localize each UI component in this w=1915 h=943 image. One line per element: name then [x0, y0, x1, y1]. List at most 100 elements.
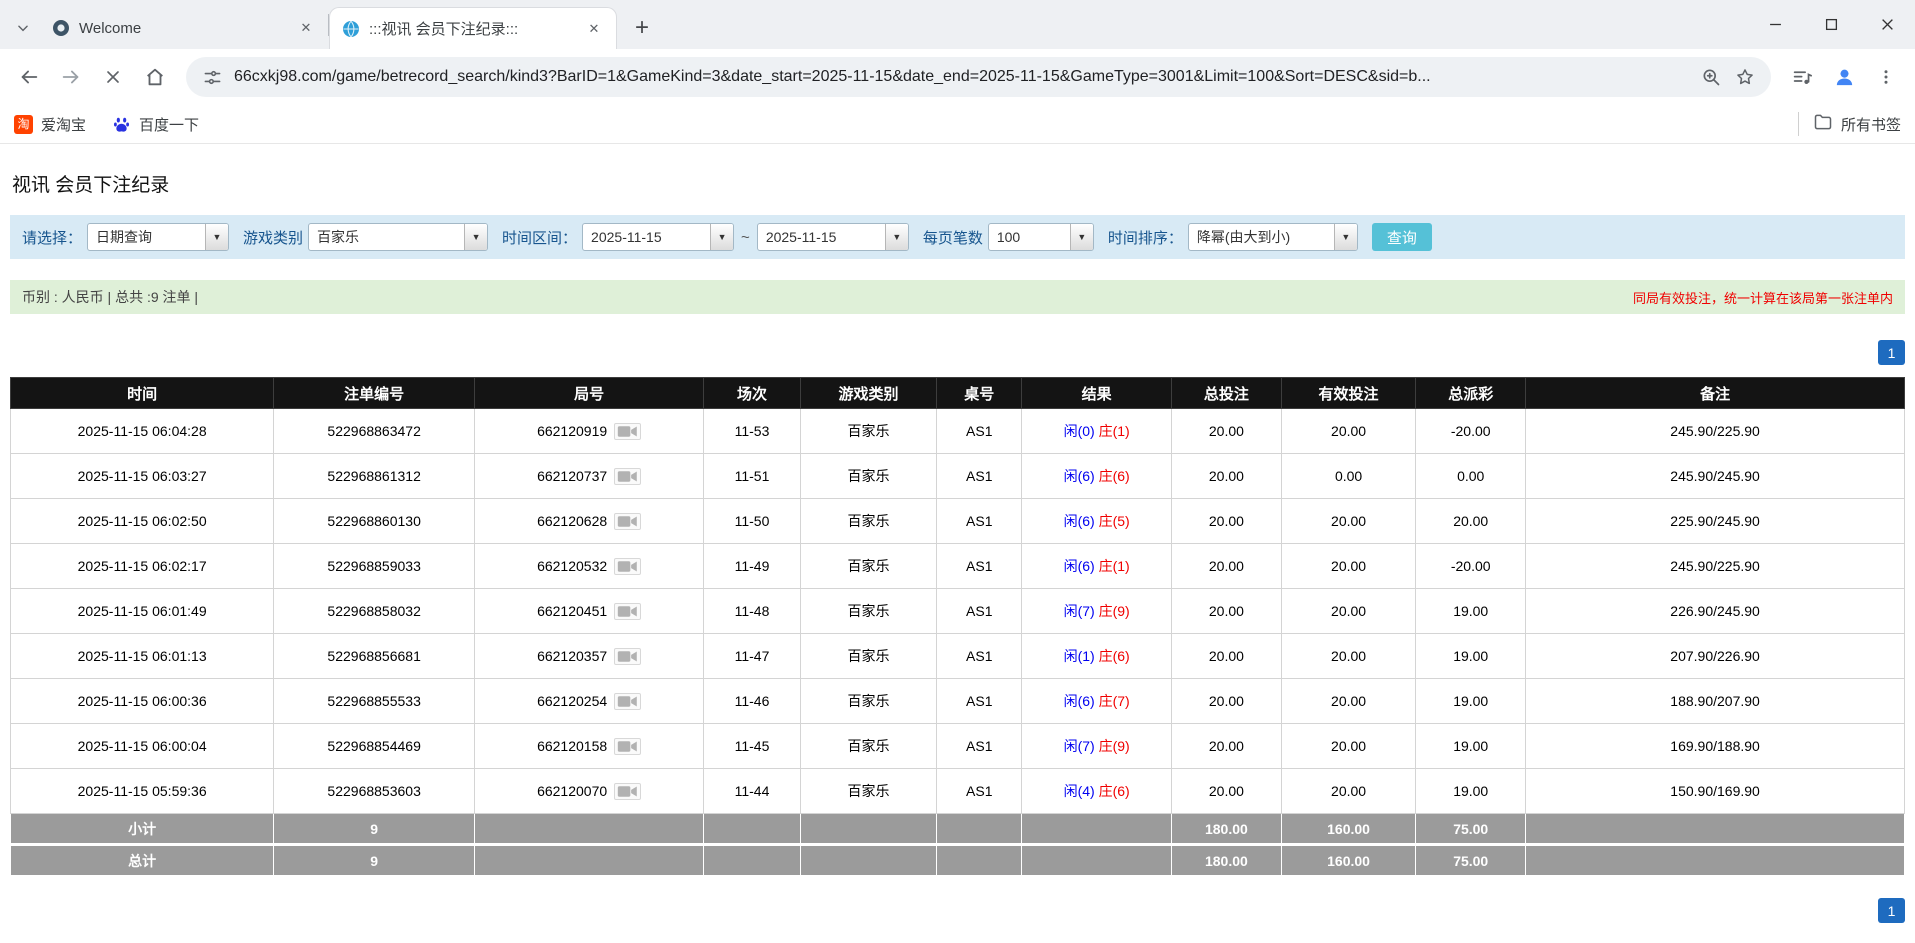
- summary-empty-cell: [800, 814, 936, 845]
- summary-empty-cell: [1022, 814, 1172, 845]
- cell-total-bet[interactable]: 20.00: [1171, 589, 1281, 634]
- date-end-select[interactable]: 2025-11-15 ▼: [757, 223, 909, 251]
- summary-empty-cell: [704, 845, 801, 876]
- video-replay-icon[interactable]: [614, 468, 641, 485]
- result-player: 闲(6): [1064, 693, 1095, 709]
- cell-session: 11-44: [704, 769, 801, 814]
- stop-loading-icon[interactable]: [94, 58, 132, 96]
- all-bookmarks-button[interactable]: 所有书签: [1813, 112, 1901, 136]
- cell-round: 662120254: [475, 679, 704, 724]
- valid-bet-note: 同局有效投注，统一计算在该局第一张注单内: [1633, 288, 1893, 307]
- cell-note: 225.90/245.90: [1526, 499, 1905, 544]
- video-replay-icon[interactable]: [614, 783, 641, 800]
- summary-payout: 75.00: [1416, 845, 1526, 876]
- chevron-down-icon[interactable]: ▼: [205, 224, 228, 250]
- round-number: 662120254: [537, 693, 607, 709]
- cell-total-bet[interactable]: 20.00: [1171, 679, 1281, 724]
- site-settings-icon[interactable]: [200, 65, 224, 89]
- page-title: 视讯 会员下注纪录: [12, 170, 1905, 197]
- cell-note: 245.90/225.90: [1526, 409, 1905, 454]
- chevron-down-icon[interactable]: ▼: [1070, 224, 1093, 250]
- bookmark-star-icon[interactable]: [1733, 65, 1757, 89]
- menu-dots-icon[interactable]: [1867, 58, 1905, 96]
- page-size-select[interactable]: 100 ▼: [988, 223, 1094, 251]
- grand-total-row: 总计9180.00160.0075.00: [11, 845, 1905, 876]
- cell-round: 662120737: [475, 454, 704, 499]
- cell-time: 2025-11-15 06:01:13: [11, 634, 274, 679]
- sort-order-select[interactable]: 降幂(由大到小) ▼: [1188, 223, 1358, 251]
- currency-total-summary: 币别 : 人民币 | 总共 :9 注单 |: [22, 287, 198, 307]
- video-replay-icon[interactable]: [614, 648, 641, 665]
- media-controls-icon[interactable]: [1783, 58, 1821, 96]
- summary-empty-cell: [1022, 845, 1172, 876]
- close-button[interactable]: [1859, 0, 1915, 49]
- cell-table-no: AS1: [937, 454, 1022, 499]
- bookmarks-divider: [1798, 112, 1799, 136]
- cell-table-no: AS1: [937, 589, 1022, 634]
- tab-betrecord[interactable]: :::视讯 会员下注纪录::: ✕: [329, 7, 617, 49]
- page-size-label: 每页笔数: [923, 227, 983, 248]
- game-type-select[interactable]: 百家乐 ▼: [308, 223, 488, 251]
- home-icon[interactable]: [136, 58, 174, 96]
- back-icon[interactable]: [10, 58, 48, 96]
- cell-round: 662120357: [475, 634, 704, 679]
- minimize-button[interactable]: [1747, 0, 1803, 49]
- page-button[interactable]: 1: [1878, 340, 1905, 365]
- cell-total-bet[interactable]: 20.00: [1171, 634, 1281, 679]
- cell-total-bet[interactable]: 20.00: [1171, 454, 1281, 499]
- summary-empty-cell: [475, 845, 704, 876]
- chevron-down-icon[interactable]: ▼: [1334, 224, 1357, 250]
- cell-total-bet[interactable]: 20.00: [1171, 409, 1281, 454]
- tab-close-icon[interactable]: ✕: [584, 19, 604, 39]
- subtotal-row: 小计9180.00160.0075.00: [11, 814, 1905, 845]
- address-bar[interactable]: 66cxkj98.com/game/betrecord_search/kind3…: [186, 57, 1771, 97]
- tab-search-chevron-icon[interactable]: [6, 7, 40, 49]
- video-replay-icon[interactable]: [614, 693, 641, 710]
- video-replay-icon[interactable]: [614, 738, 641, 755]
- video-replay-icon[interactable]: [614, 513, 641, 530]
- result-banker: 庄(9): [1099, 738, 1130, 754]
- tab-close-icon[interactable]: ✕: [296, 18, 316, 38]
- profile-avatar-icon[interactable]: [1825, 58, 1863, 96]
- cell-result: 闲(4) 庄(6): [1022, 769, 1172, 814]
- chevron-down-icon[interactable]: ▼: [885, 224, 908, 250]
- cell-bet-id: 522968858032: [274, 589, 475, 634]
- zoom-icon[interactable]: [1699, 65, 1723, 89]
- date-start-select[interactable]: 2025-11-15 ▼: [582, 223, 734, 251]
- date-start-value: 2025-11-15: [583, 229, 710, 245]
- cell-total-bet[interactable]: 20.00: [1171, 769, 1281, 814]
- summary-empty-cell: [1526, 814, 1905, 845]
- search-button[interactable]: 查询: [1372, 223, 1432, 251]
- round-number: 662120532: [537, 558, 607, 574]
- table-row: 2025-11-15 06:00:36522968855533662120254…: [11, 679, 1905, 724]
- cell-total-bet[interactable]: 20.00: [1171, 544, 1281, 589]
- filter-bar: 请选择： 日期查询 ▼ 游戏类别 百家乐 ▼ 时间区间： 2025-11-15 …: [10, 215, 1905, 259]
- column-header: 总派彩: [1416, 378, 1526, 409]
- all-bookmarks-label: 所有书签: [1841, 114, 1901, 135]
- date-range-label: 时间区间：: [502, 227, 577, 248]
- cell-round: 662120628: [475, 499, 704, 544]
- column-header: 时间: [11, 378, 274, 409]
- cell-game-type: 百家乐: [800, 769, 936, 814]
- bookmark-baidu[interactable]: 百度一下: [112, 114, 199, 135]
- cell-total-bet[interactable]: 20.00: [1171, 724, 1281, 769]
- page-button[interactable]: 1: [1878, 898, 1905, 923]
- bookmark-taobao[interactable]: 淘 爱淘宝: [14, 114, 86, 135]
- summary-valid-bet: 160.00: [1281, 814, 1415, 845]
- cell-session: 11-47: [704, 634, 801, 679]
- tab-welcome[interactable]: Welcome ✕: [40, 7, 328, 49]
- forward-icon[interactable]: [52, 58, 90, 96]
- maximize-button[interactable]: [1803, 0, 1859, 49]
- cell-payout: 19.00: [1416, 589, 1526, 634]
- new-tab-button[interactable]: +: [625, 11, 659, 45]
- video-replay-icon[interactable]: [614, 603, 641, 620]
- video-replay-icon[interactable]: [614, 558, 641, 575]
- cell-result: 闲(1) 庄(6): [1022, 634, 1172, 679]
- cell-total-bet[interactable]: 20.00: [1171, 499, 1281, 544]
- round-number: 662120451: [537, 603, 607, 619]
- chevron-down-icon[interactable]: ▼: [464, 224, 487, 250]
- video-replay-icon[interactable]: [614, 423, 641, 440]
- table-row: 2025-11-15 06:02:17522968859033662120532…: [11, 544, 1905, 589]
- chevron-down-icon[interactable]: ▼: [710, 224, 733, 250]
- query-type-select[interactable]: 日期查询 ▼: [87, 223, 229, 251]
